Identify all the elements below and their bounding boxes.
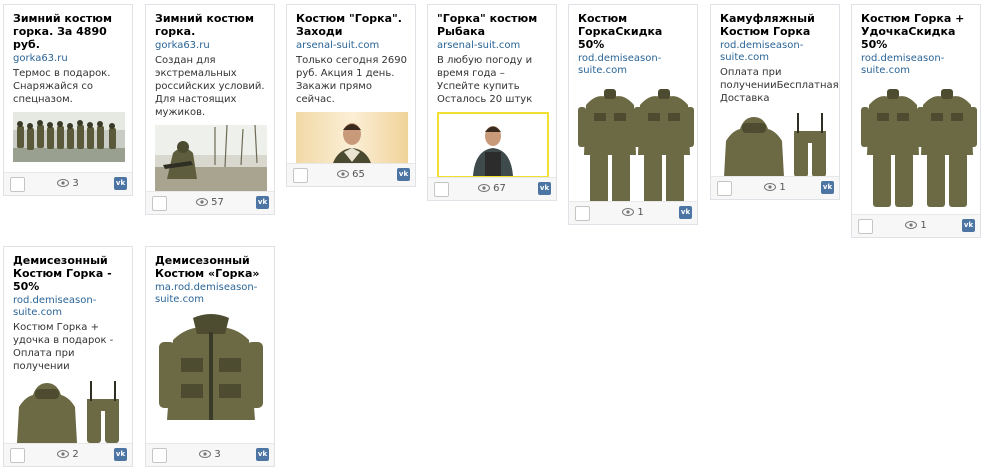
vk-icon[interactable]: vk <box>256 196 269 209</box>
ad-description: Создан для экстремальных российских усло… <box>155 55 265 118</box>
ad-title[interactable]: Зимний костюм горка. За 4890 руб. <box>13 12 125 51</box>
ad-footer: 1 vk <box>569 201 697 224</box>
ad-title[interactable]: Демисезонный Костюм Горка - 50% <box>13 254 125 293</box>
vk-icon[interactable]: vk <box>256 448 269 461</box>
vk-icon[interactable]: vk <box>114 448 127 461</box>
ad-description: Оплата при полученииБесплатная Доставка <box>720 67 839 104</box>
ad-domain-link[interactable]: arsenal-suit.com <box>437 40 549 52</box>
ad-card[interactable]: Демисезонный Костюм «Горка» ma.rod.demis… <box>145 246 275 467</box>
ad-footer: 57 vk <box>146 191 274 214</box>
vk-icon[interactable]: vk <box>114 177 127 190</box>
views-count: 1 <box>920 220 927 231</box>
ad-image[interactable] <box>155 312 267 428</box>
views-count: 3 <box>214 449 221 460</box>
views-counter: 3 <box>4 177 132 191</box>
ad-domain-link[interactable]: rod.demiseason-suite.com <box>861 53 973 77</box>
views-counter: 65 <box>287 168 415 182</box>
views-count: 67 <box>493 183 506 194</box>
ad-description: В любую погоду и время года – Успейте ку… <box>437 55 533 105</box>
ad-image[interactable] <box>437 112 549 178</box>
ad-image[interactable] <box>155 125 267 191</box>
ad-domain-link[interactable]: rod.demiseason-suite.com <box>13 295 125 319</box>
ad-domain-link[interactable]: gorka63.ru <box>155 40 267 52</box>
ad-title[interactable]: Зимний костюм горка. <box>155 12 267 38</box>
ad-card[interactable]: Камуфляжный Костюм Горка rod.demiseason-… <box>710 4 840 200</box>
views-counter: 57 <box>146 196 274 210</box>
ad-description: Термос в подарок. Снаряжайся со спецназо… <box>13 68 111 105</box>
ad-title[interactable]: Камуфляжный Костюм Горка <box>720 12 832 38</box>
ad-image[interactable] <box>720 111 832 179</box>
ad-title[interactable]: Костюм Горка + УдочкаСкидка 50% <box>861 12 973 51</box>
views-count: 1 <box>637 207 644 218</box>
ad-card[interactable]: Костюм Горка + УдочкаСкидка 50% rod.demi… <box>851 4 981 238</box>
ad-image[interactable] <box>578 83 694 213</box>
views-counter: 1 <box>711 181 839 195</box>
views-count: 2 <box>72 449 79 460</box>
ad-footer: 65 vk <box>287 163 415 186</box>
views-counter: 1 <box>852 219 980 233</box>
ad-title[interactable]: "Горка" костюм Рыбака <box>437 12 549 38</box>
ad-footer: 1 vk <box>711 176 839 199</box>
ad-domain-link[interactable]: ma.rod.demiseason-suite.com <box>155 282 267 306</box>
eye-icon <box>905 221 918 229</box>
ad-title[interactable]: Костюм ГоркаСкидка 50% <box>578 12 690 51</box>
ad-domain-link[interactable]: arsenal-suit.com <box>296 40 408 52</box>
vk-icon[interactable]: vk <box>538 182 551 195</box>
views-counter: 67 <box>428 182 556 196</box>
views-count: 3 <box>72 178 79 189</box>
eye-icon <box>622 208 635 216</box>
ad-image[interactable] <box>13 112 125 162</box>
ad-domain-link[interactable]: gorka63.ru <box>13 53 125 65</box>
ad-image[interactable] <box>13 379 125 445</box>
eye-icon <box>196 198 209 206</box>
ad-footer: 1 vk <box>852 214 980 237</box>
ad-domain-link[interactable]: rod.demiseason-suite.com <box>578 53 690 77</box>
ad-footer: 2 vk <box>4 443 132 466</box>
ad-footer: 3 vk <box>4 172 132 195</box>
eye-icon <box>478 184 491 192</box>
eye-icon <box>57 179 70 187</box>
ad-title[interactable]: Демисезонный Костюм «Горка» <box>155 254 267 280</box>
eye-icon <box>764 183 777 191</box>
ad-card[interactable]: Костюм ГоркаСкидка 50% rod.demiseason-su… <box>568 4 698 225</box>
vk-icon[interactable]: vk <box>962 219 975 232</box>
ad-footer: 67 vk <box>428 177 556 200</box>
ad-domain-link[interactable]: rod.demiseason-suite.com <box>720 40 832 64</box>
eye-icon <box>57 450 70 458</box>
ad-footer: 3 vk <box>146 443 274 466</box>
views-count: 1 <box>779 182 786 193</box>
views-counter: 1 <box>569 206 697 220</box>
views-count: 65 <box>352 169 365 180</box>
views-counter: 3 <box>146 448 274 462</box>
ad-description: Костюм Горка + удочка в подарок - Оплата… <box>13 322 114 372</box>
vk-icon[interactable]: vk <box>397 168 410 181</box>
vk-icon[interactable]: vk <box>821 181 834 194</box>
eye-icon <box>337 170 350 178</box>
ad-card[interactable]: Зимний костюм горка. gorka63.ru Создан д… <box>145 4 275 215</box>
ad-card[interactable]: Зимний костюм горка. За 4890 руб. gorka6… <box>3 4 133 196</box>
eye-icon <box>199 450 212 458</box>
ad-description: Только сегодня 2690 руб. Акция 1 день. З… <box>296 55 407 105</box>
ad-image[interactable] <box>861 83 977 213</box>
views-count: 57 <box>211 197 224 208</box>
vk-icon[interactable]: vk <box>679 206 692 219</box>
ad-card[interactable]: Костюм "Горка". Заходи arsenal-suit.com … <box>286 4 416 187</box>
ad-card[interactable]: "Горка" костюм Рыбака arsenal-suit.com В… <box>427 4 557 201</box>
ad-title[interactable]: Костюм "Горка". Заходи <box>296 12 408 38</box>
views-counter: 2 <box>4 448 132 462</box>
ad-card[interactable]: Демисезонный Костюм Горка - 50% rod.demi… <box>3 246 133 467</box>
